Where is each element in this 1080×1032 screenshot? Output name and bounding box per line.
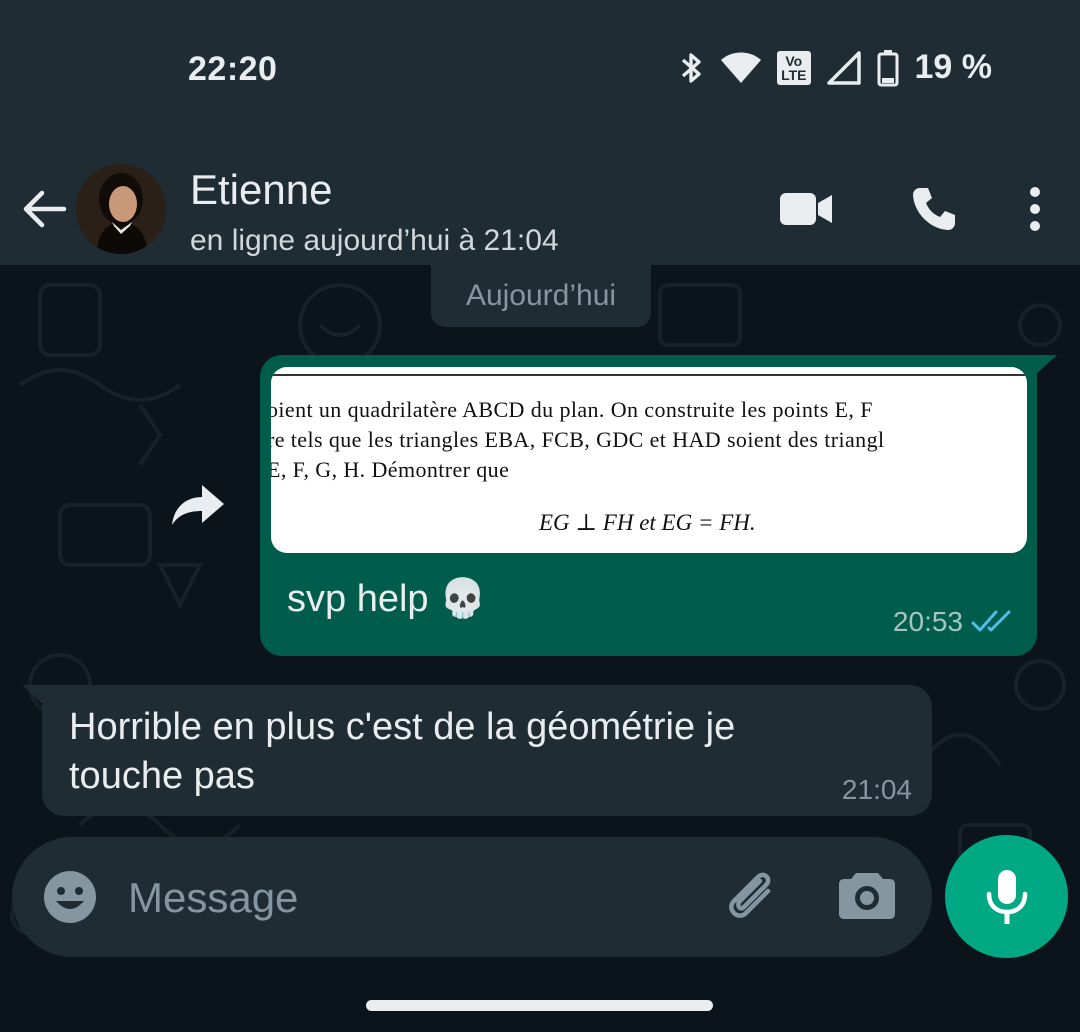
app-header: 22:20 Vo LTE 19 % Etienne en ligne aujour… [0,0,1080,265]
double-check-read-icon [971,610,1011,632]
voice-message-button[interactable] [945,835,1068,958]
camera-icon [839,873,895,919]
paperclip-icon [729,872,771,918]
forward-icon [172,485,224,525]
message-text: svp help 💀 [287,578,487,620]
date-separator: Aujourd’hui [431,265,651,327]
phone-icon [913,188,955,230]
incoming-message[interactable]: Horrible en plus c'est de la géométrie j… [22,685,932,816]
message-image[interactable]: oient un quadrilatère ABCD du plan. On c… [271,367,1027,553]
contact-last-seen: en ligne aujourd’hui à 21:04 [190,224,559,257]
bubble-tail [1035,355,1057,375]
contact-avatar[interactable] [76,164,166,254]
contact-name[interactable]: Etienne [190,166,332,214]
more-options-icon [1030,187,1040,231]
image-formula: EG ⊥ FH et EG = FH. [539,510,756,535]
message-time: 20:53 [892,606,963,637]
image-text-line: oient un quadrilatère ABCD du plan. On c… [271,397,873,422]
battery-percentage: 19 % [914,48,993,86]
emoji-icon [44,871,96,923]
message-text: Horrible en plus c'est de la géométrie j… [69,706,736,797]
emoji-button[interactable] [42,869,98,930]
battery-icon [877,49,899,87]
status-time: 22:20 [188,50,278,88]
forward-button[interactable] [170,483,226,532]
image-text-line: E, F, G, H. Démontrer que [271,457,510,482]
message-time: 21:04 [841,774,912,805]
microphone-icon [986,869,1027,924]
signal-icon [826,50,861,85]
message-meta: 20:53 [893,606,1015,638]
camera-button[interactable] [838,869,896,926]
volte-icon: Vo LTE [777,50,811,85]
bluetooth-icon [679,50,705,86]
header-actions [778,185,1042,233]
attach-button[interactable] [722,865,782,930]
video-call-icon [780,193,832,225]
message-input[interactable]: Message [128,874,298,922]
wifi-icon [721,52,762,84]
more-options-button[interactable] [1028,186,1042,232]
status-icons: Vo LTE 19 % [679,48,992,87]
video-call-button[interactable] [778,189,834,229]
back-button[interactable] [20,185,68,238]
image-text-line: re tels que les triangles EBA, FCB, GDC … [271,427,885,452]
message-composer: Message [12,837,932,957]
home-gesture-handle[interactable] [366,1000,713,1011]
voice-call-button[interactable] [910,185,958,233]
back-arrow-icon [23,190,67,228]
image-rule [271,374,1027,376]
outgoing-message[interactable]: oient un quadrilatère ABCD du plan. On c… [260,355,1057,656]
bubble-tail [22,685,44,705]
